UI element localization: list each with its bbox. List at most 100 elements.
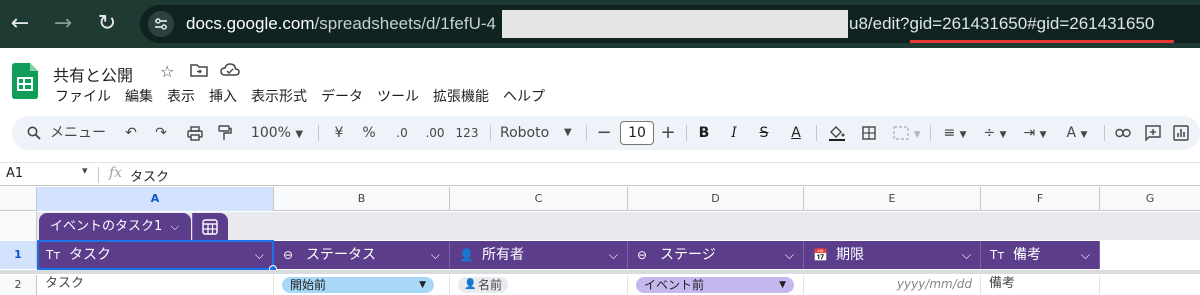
cell-notes[interactable]: 備考 [981, 275, 1100, 294]
decrease-decimal-button[interactable]: .0 [390, 116, 414, 150]
column-header-b[interactable]: B [274, 187, 450, 211]
text-color-icon[interactable]: A [786, 116, 806, 150]
status-chip[interactable]: 開始前 ▼ [282, 277, 434, 293]
menu-tools[interactable]: ツール [377, 86, 419, 108]
table-name-tab[interactable]: イベントのタスク1 ⌵ [39, 213, 191, 241]
select-all-corner[interactable] [0, 187, 37, 211]
currency-format-button[interactable]: ¥ [330, 116, 348, 150]
decrease-font-size-icon[interactable]: − [594, 116, 614, 150]
row-header-2[interactable]: 2 [0, 275, 37, 295]
zoom-select[interactable]: 100% ▼ [246, 116, 308, 150]
font-name: Roboto [500, 125, 550, 141]
insert-chart-icon[interactable] [1170, 116, 1192, 150]
search-icon[interactable] [24, 116, 44, 150]
column-header-a[interactable]: A [37, 187, 274, 211]
owner-chip-label: 名前 [478, 278, 503, 292]
chevron-down-icon[interactable]: ⌵ [609, 241, 618, 269]
cell-due[interactable]: yyyy/mm/dd [804, 275, 981, 294]
text-wrap-icon[interactable]: ⇥ ▼ [1018, 116, 1052, 150]
fill-color-icon[interactable] [826, 116, 848, 150]
stage-chip[interactable]: イベント前 ▼ [636, 277, 794, 293]
paint-format-icon[interactable] [214, 116, 236, 150]
increase-decimal-button[interactable]: .00 [422, 116, 448, 150]
row-header-1[interactable]: 1 [0, 241, 37, 269]
formula-divider [98, 167, 99, 183]
cloud-status-icon[interactable] [220, 62, 240, 83]
back-arrow-icon[interactable]: ← [4, 8, 36, 40]
text-rotation-icon[interactable]: A ▼ [1060, 116, 1094, 150]
bold-icon[interactable]: B [694, 116, 714, 150]
chevron-down-icon[interactable]: ⌵ [785, 241, 794, 269]
table-menu-chevron-icon[interactable]: ⌵ [171, 213, 179, 241]
column-header-f[interactable]: F [981, 187, 1100, 211]
menu-format[interactable]: 表示形式 [251, 86, 307, 108]
name-box-caret-icon[interactable]: ▾ [82, 164, 88, 177]
percent-format-button[interactable]: % [360, 116, 378, 150]
redacted-block [502, 10, 848, 38]
formula-input[interactable]: タスク [130, 166, 169, 185]
menu-file[interactable]: ファイル [55, 86, 111, 108]
owner-chip[interactable]: 👤 名前 [458, 277, 509, 293]
chevron-down-icon[interactable]: ⌵ [431, 241, 440, 269]
column-header-c[interactable]: C [450, 187, 628, 211]
strikethrough-icon[interactable]: S [754, 116, 774, 150]
vertical-align-icon[interactable]: ÷ ▼ [978, 116, 1012, 150]
toolbar-divider [586, 125, 587, 141]
undo-icon[interactable]: ↶ [120, 116, 142, 150]
cell-g2[interactable] [1100, 275, 1200, 294]
menu-extensions[interactable]: 拡張機能 [433, 86, 489, 108]
cell-task[interactable]: タスク [37, 275, 274, 294]
sheets-logo-icon[interactable] [12, 63, 38, 99]
chevron-down-icon[interactable]: ⌵ [1081, 241, 1090, 269]
menu-data[interactable]: データ [321, 86, 363, 108]
header-cell-due[interactable]: 📅 期限 ⌵ [804, 241, 981, 269]
header-cell-owner[interactable]: 👤 所有者 ⌵ [450, 241, 628, 269]
person-icon: 👤 [464, 279, 477, 290]
header-label-notes: 備考 [1013, 247, 1041, 263]
browser-toolbar: ← → ↻ docs.google.com/spreadsheets/d/1fe… [0, 0, 1200, 48]
star-icon[interactable]: ☆ [160, 62, 174, 82]
header-cell-stage[interactable]: ⊖ ステージ ⌵ [628, 241, 804, 269]
insert-comment-icon[interactable] [1142, 116, 1164, 150]
address-bar[interactable]: docs.google.com/spreadsheets/d/1fefU-4 u… [140, 5, 1200, 43]
column-header-g[interactable]: G [1100, 187, 1200, 211]
table-options-icon[interactable] [192, 213, 228, 241]
horizontal-align-icon[interactable]: ≡ ▼ [938, 116, 972, 150]
name-box[interactable]: A1 [6, 166, 23, 181]
italic-icon[interactable]: I [724, 116, 744, 150]
header-label-stage: ステージ [660, 247, 716, 263]
dropdown-type-icon: ⊖ [637, 248, 648, 262]
menu-search-button[interactable]: メニュー [50, 116, 114, 150]
merge-cells-icon[interactable]: ▼ [890, 116, 924, 150]
chip-caret-icon: ▼ [419, 280, 426, 290]
number-format-button[interactable]: 123 [454, 116, 480, 150]
column-header-d[interactable]: D [628, 187, 804, 211]
redo-icon[interactable]: ↷ [150, 116, 172, 150]
url-host: docs.google.com [186, 14, 315, 33]
frozen-row-divider[interactable] [0, 270, 1200, 274]
document-title[interactable]: 共有と公開 [53, 62, 133, 86]
font-select[interactable]: Roboto ▼ [500, 116, 576, 150]
increase-font-size-icon[interactable]: + [658, 116, 678, 150]
column-header-e[interactable]: E [804, 187, 981, 211]
font-size-input[interactable]: 10 [620, 121, 654, 145]
header-cell-status[interactable]: ⊖ ステータス ⌵ [274, 241, 450, 269]
cell-owner[interactable]: 👤 名前 [450, 275, 628, 294]
menu-insert[interactable]: 挿入 [209, 86, 237, 108]
menu-help[interactable]: ヘルプ [503, 86, 545, 108]
cell-status[interactable]: 開始前 ▼ [274, 275, 450, 294]
forward-arrow-icon[interactable]: → [47, 8, 79, 40]
menu-view[interactable]: 表示 [167, 86, 195, 108]
print-icon[interactable] [184, 116, 206, 150]
cell-stage[interactable]: イベント前 ▼ [628, 275, 804, 294]
move-folder-icon[interactable] [190, 62, 208, 83]
reload-icon[interactable]: ↻ [91, 8, 123, 40]
header-cell-notes[interactable]: Tт 備考 ⌵ [981, 241, 1100, 269]
insert-link-icon[interactable] [1112, 116, 1134, 150]
toolbar-divider [930, 125, 931, 141]
site-settings-icon[interactable] [148, 11, 174, 37]
chevron-down-icon[interactable]: ⌵ [962, 241, 971, 269]
borders-icon[interactable] [858, 116, 880, 150]
menu-edit[interactable]: 編集 [125, 86, 153, 108]
url-path-start: /spreadsheets/d/1fefU-4 [314, 14, 496, 33]
